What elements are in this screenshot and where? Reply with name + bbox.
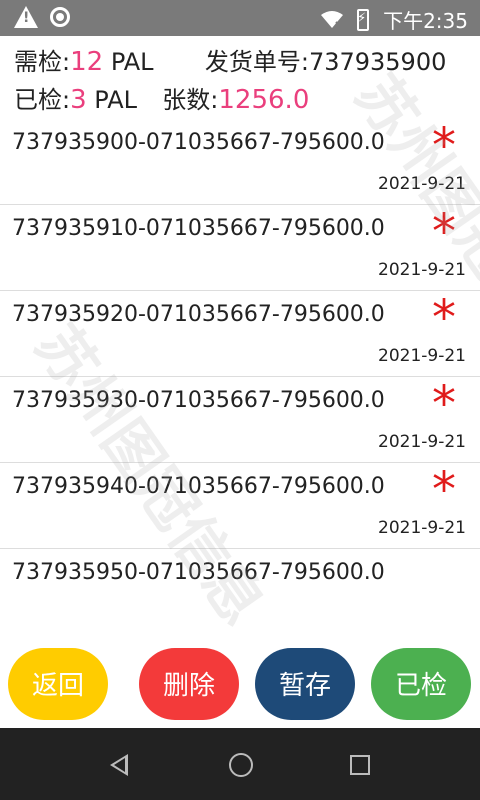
unchecked-star-icon: *	[432, 204, 456, 260]
list-item[interactable]: 737935940-071035667-795600.0 * 2021-9-21	[0, 464, 480, 549]
item-date: 2021-9-21	[378, 432, 466, 452]
item-code: 737935920-071035667-795600.0	[12, 302, 385, 327]
unchecked-star-icon: *	[432, 462, 456, 518]
unchecked-star-icon: *	[432, 290, 456, 346]
list-item[interactable]: 737935900-071035667-795600.0 * 2021-9-21	[0, 120, 480, 205]
chrome-icon	[50, 7, 70, 27]
sheets-label: 张数:	[162, 86, 219, 114]
battery-charging-icon	[357, 8, 370, 31]
sheets-value: 1256.0	[218, 85, 310, 115]
action-bar: 返回 删除 暂存 已检	[0, 628, 480, 728]
done-line: 已检:3 PAL 张数:1256.0	[14, 80, 309, 115]
unchecked-star-icon: *	[432, 376, 456, 432]
order-label: 发货单号:	[204, 48, 309, 76]
checked-button[interactable]: 已检	[371, 648, 471, 720]
need-value: 12	[70, 47, 104, 77]
list-item[interactable]: 737935930-071035667-795600.0 * 2021-9-21	[0, 378, 480, 463]
pallet-list: 737935900-071035667-795600.0 * 2021-9-21…	[0, 120, 480, 628]
item-date: 2021-9-21	[378, 346, 466, 366]
wifi-icon	[321, 10, 344, 28]
status-bar: ! 下午2:35	[0, 0, 480, 36]
item-date: 2021-9-21	[378, 518, 466, 538]
save-draft-button[interactable]: 暂存	[255, 648, 355, 720]
item-code: 737935910-071035667-795600.0	[12, 216, 385, 241]
item-code: 737935900-071035667-795600.0	[12, 130, 385, 155]
delete-button[interactable]: 删除	[139, 648, 239, 720]
list-item[interactable]: 737935920-071035667-795600.0 * 2021-9-21	[0, 292, 480, 377]
order-value: 737935900	[308, 48, 447, 76]
item-code: 737935950-071035667-795600.0	[12, 560, 385, 585]
item-date: 2021-9-21	[378, 174, 466, 194]
done-value: 3	[70, 85, 87, 115]
done-unit: PAL	[94, 86, 138, 114]
list-item[interactable]: 737935950-071035667-795600.0	[0, 550, 480, 628]
need-unit: PAL	[110, 48, 154, 76]
status-time: 下午2:35	[383, 9, 468, 33]
list-item[interactable]: 737935910-071035667-795600.0 * 2021-9-21	[0, 206, 480, 291]
system-nav-bar	[0, 728, 480, 800]
summary-header: 需检:12 PAL 发货单号:737935900 已检:3 PAL 张数:125…	[0, 36, 480, 120]
nav-home-icon[interactable]	[229, 753, 253, 777]
need-label: 需检:	[14, 48, 71, 76]
need-line: 需检:12 PAL 发货单号:737935900	[14, 42, 446, 77]
warning-icon: !	[14, 6, 38, 28]
nav-back-icon[interactable]	[110, 754, 128, 776]
unchecked-star-icon: *	[432, 120, 456, 174]
item-code: 737935940-071035667-795600.0	[12, 474, 385, 499]
done-label: 已检:	[14, 86, 71, 114]
item-code: 737935930-071035667-795600.0	[12, 388, 385, 413]
back-button[interactable]: 返回	[8, 648, 108, 720]
nav-recents-icon[interactable]	[350, 755, 370, 775]
item-date: 2021-9-21	[378, 260, 466, 280]
